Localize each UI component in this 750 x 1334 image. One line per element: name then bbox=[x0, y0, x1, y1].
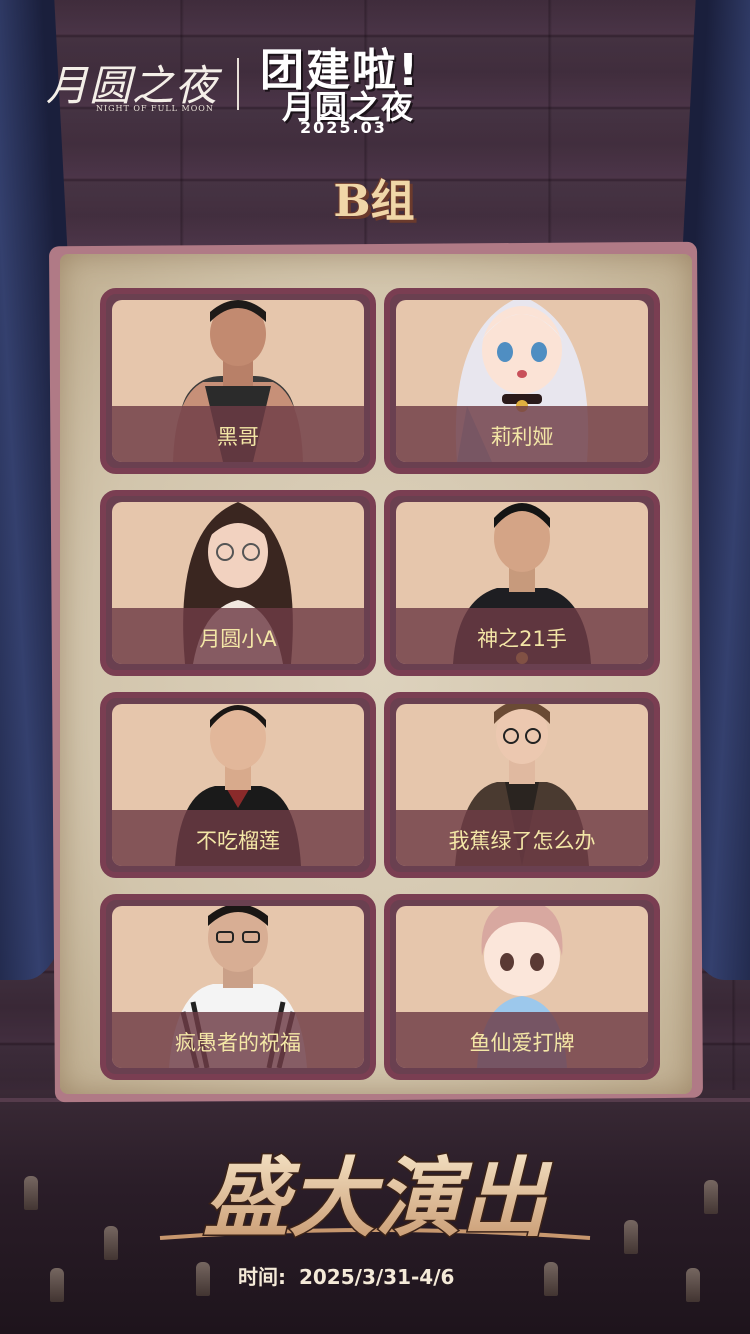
tassel-icon bbox=[544, 1262, 558, 1296]
tassel-icon bbox=[50, 1268, 64, 1302]
header-divider bbox=[237, 58, 239, 110]
tassel-icon bbox=[704, 1180, 718, 1214]
tassel-icon bbox=[624, 1220, 638, 1254]
member-card: 鱼仙爱打牌 bbox=[384, 894, 660, 1080]
member-card: 神之21手 bbox=[384, 490, 660, 676]
time-value: 2025/3/31-4/6 bbox=[298, 1265, 455, 1289]
event-month: 2025.03 bbox=[300, 118, 387, 137]
banner-title: 盛大演出 bbox=[159, 1147, 591, 1251]
game-logo: 月圆之夜 bbox=[46, 61, 219, 110]
member-name: 我蕉绿了怎么办 bbox=[396, 810, 648, 866]
event-time: 时间: 2025/3/31-4/6 bbox=[238, 1261, 454, 1290]
banner-text: 盛大演出 bbox=[203, 1148, 553, 1249]
member-card: 黑哥 bbox=[100, 288, 376, 474]
member-card: 月圆小A bbox=[100, 490, 376, 676]
tassel-icon bbox=[24, 1176, 38, 1210]
member-name: 莉利娅 bbox=[396, 406, 648, 462]
tassel-icon bbox=[196, 1262, 210, 1296]
group-title: B组 bbox=[333, 176, 415, 227]
member-name: 鱼仙爱打牌 bbox=[396, 1012, 648, 1068]
member-name: 黑哥 bbox=[112, 406, 364, 462]
member-name: 神之21手 bbox=[396, 608, 648, 664]
game-logo-subtitle: NIGHT OF FULL MOON bbox=[96, 104, 214, 113]
tassel-icon bbox=[104, 1226, 118, 1260]
member-name: 不吃榴莲 bbox=[112, 810, 364, 866]
member-name: 疯愚者的祝福 bbox=[112, 1012, 364, 1068]
member-name: 月圆小A bbox=[112, 608, 364, 664]
member-card: 莉利娅 bbox=[384, 288, 660, 474]
time-label: 时间: bbox=[238, 1265, 286, 1289]
member-card: 疯愚者的祝福 bbox=[100, 894, 376, 1080]
member-card: 不吃榴莲 bbox=[100, 692, 376, 878]
member-grid: 黑哥 莉利娅 月圆小A 神之21手 不吃榴莲 我蕉绿了怎么办 疯愚者的祝福 鱼仙… bbox=[100, 288, 660, 1080]
tassel-icon bbox=[686, 1268, 700, 1302]
member-card: 我蕉绿了怎么办 bbox=[384, 692, 660, 878]
